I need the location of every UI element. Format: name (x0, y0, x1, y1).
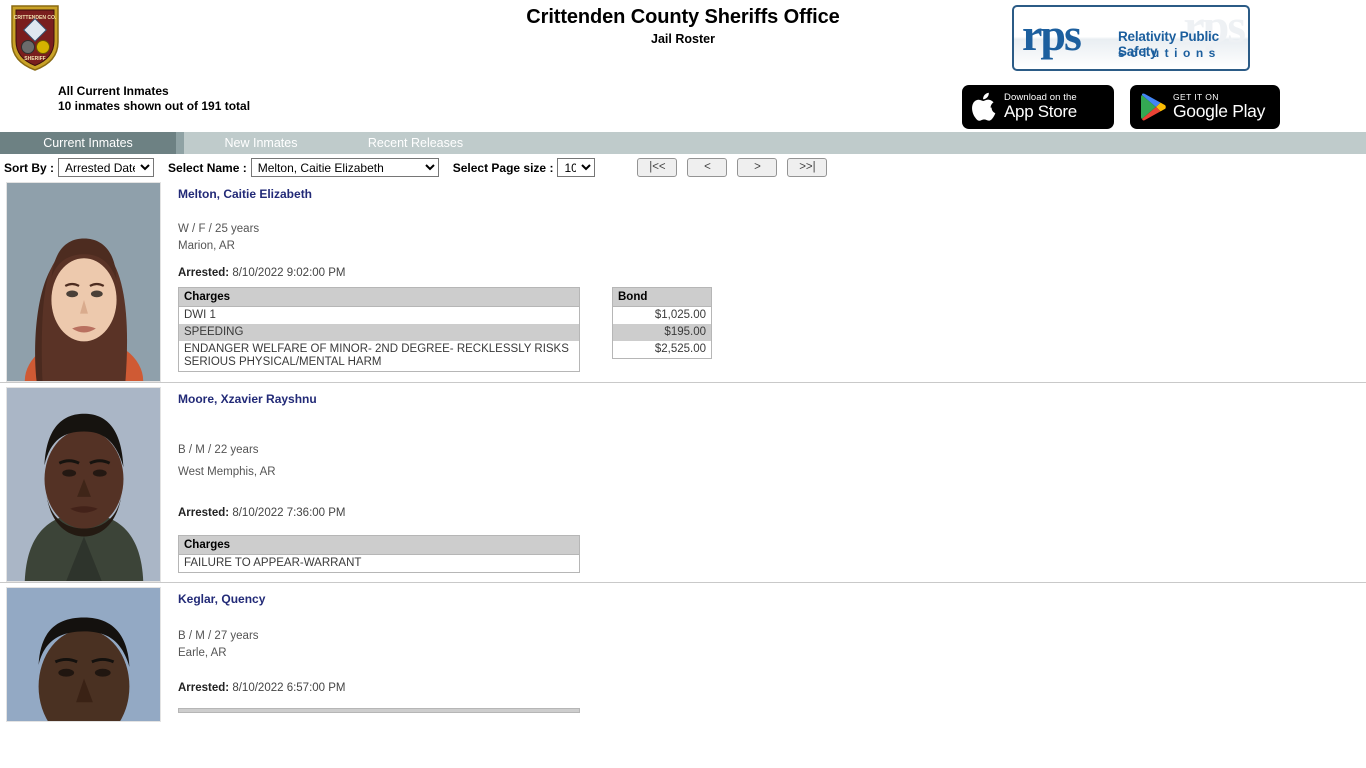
rps-tagline-2: solutions (1118, 46, 1221, 60)
inmate-info: Moore, Xzavier Rayshnu B / M / 22 years … (178, 383, 1366, 582)
tab-current-inmates-label: Current Inmates (43, 136, 133, 150)
sort-by-select[interactable]: Arrested Date (58, 158, 155, 177)
page-size-select[interactable]: 10 (557, 158, 596, 177)
inmate-name-link[interactable]: Melton, Caitie Elizabeth (178, 187, 312, 201)
inmate-city: Earle, AR (178, 647, 227, 659)
bond-row: $2,525.00 (613, 341, 712, 359)
svg-text:SHERIFF: SHERIFF (24, 56, 45, 62)
mugshot-cell (0, 383, 178, 582)
charge-row: SPEEDING (178, 324, 580, 341)
google-play-big-label: Google Play (1173, 101, 1266, 122)
inmate-info: Keglar, Quency B / M / 27 years Earle, A… (178, 583, 1366, 722)
charges-bond-tables: Charges FAILURE TO APPEAR-WARRANT (178, 535, 1366, 573)
app-store-button[interactable]: Download on the App Store (962, 85, 1114, 129)
arrested-label: Arrested: (178, 682, 230, 694)
inmate-name-link[interactable]: Moore, Xzavier Rayshnu (178, 392, 317, 406)
tab-new-inmates-label: New Inmates (224, 136, 298, 150)
bond-table: Bond $1,025.00 $195.00 $2,525.00 (612, 287, 712, 359)
charges-table: Charges FAILURE TO APPEAR-WARRANT (178, 535, 580, 573)
app-store-big-label: App Store (1004, 102, 1077, 122)
mugshot-image-1 (6, 182, 161, 382)
inmate-roster: Melton, Caitie Elizabeth W / F / 25 year… (0, 178, 1366, 722)
tab-divider (176, 132, 184, 154)
mugshot-image-2 (6, 387, 161, 582)
summary-line-2: 10 inmates shown out of 191 total (58, 98, 251, 113)
sheriff-badge-icon: CRITTENDEN CO. SHERIFF (11, 5, 59, 71)
page-header: CRITTENDEN CO. SHERIFF Crittenden County… (0, 0, 1366, 132)
arrested-value: 8/10/2022 9:02:00 PM (232, 267, 346, 279)
charge-row: DWI 1 (179, 307, 580, 325)
google-play-button[interactable]: GET IT ON Google Play (1130, 85, 1280, 129)
inmate-name-link[interactable]: Keglar, Quency (178, 592, 265, 606)
apple-icon (972, 92, 997, 122)
charge-row: ENDANGER WELFARE OF MINOR- 2ND DEGREE- R… (179, 341, 580, 372)
bond-header: Bond (612, 287, 712, 307)
arrested-info: Arrested: 8/10/2022 7:36:00 PM (178, 507, 1366, 519)
google-play-text: GET IT ON Google Play (1173, 93, 1266, 122)
table-row: Moore, Xzavier Rayshnu B / M / 22 years … (0, 382, 1366, 582)
inmate-demographics: W / F / 25 years (178, 223, 260, 235)
sort-by-label: Sort By : (4, 160, 55, 175)
table-row: Melton, Caitie Elizabeth W / F / 25 year… (0, 178, 1366, 382)
arrested-info: Arrested: 8/10/2022 6:57:00 PM (178, 682, 1366, 694)
arrested-label: Arrested: (178, 267, 230, 279)
tab-new-inmates[interactable]: New Inmates (184, 132, 338, 154)
charges-header: Charges (178, 287, 580, 307)
charges-bond-tables: Charges DWI 1 SPEEDING ENDANGER WELFARE … (178, 287, 1366, 372)
charge-text: FAILURE TO APPEAR-WARRANT (184, 557, 362, 569)
charges-header: Charges (178, 535, 580, 555)
bond-amount: $1,025.00 (654, 309, 706, 321)
first-page-button[interactable]: |<< (637, 158, 678, 177)
arrested-value: 8/10/2022 7:36:00 PM (232, 507, 346, 519)
charge-text: ENDANGER WELFARE OF MINOR- 2ND DEGREE- R… (184, 343, 569, 368)
arrested-value: 8/10/2022 6:57:00 PM (232, 682, 346, 694)
google-play-icon (1140, 93, 1166, 121)
charges-bond-tables (178, 708, 1366, 713)
inmate-city: Marion, AR (178, 240, 235, 252)
select-name-label: Select Name : (168, 160, 247, 175)
select-name-select[interactable]: Melton, Caitie Elizabeth (250, 158, 439, 177)
charges-table (178, 708, 580, 713)
app-store-text: Download on the App Store (1004, 93, 1077, 121)
bond-amount: $2,525.00 (654, 343, 706, 355)
bond-row: $1,025.00 (613, 307, 712, 325)
inmate-city: West Memphis, AR (178, 466, 276, 478)
mugshot-image-3 (6, 587, 161, 722)
charge-text: DWI 1 (184, 309, 216, 321)
charge-text: SPEEDING (178, 324, 580, 341)
rps-logo: rps rps Relativity Public Safety solutio… (1012, 5, 1250, 71)
tab-recent-releases[interactable]: Recent Releases (338, 132, 493, 154)
inmate-demographics: B / M / 22 years (178, 444, 259, 456)
tab-recent-releases-label: Recent Releases (367, 136, 464, 150)
summary-line-1: All Current Inmates (58, 84, 169, 98)
arrested-info: Arrested: 8/10/2022 9:02:00 PM (178, 267, 1366, 279)
pagination-controls: |<< < > >>| (637, 158, 828, 177)
page-size-label: Select Page size : (452, 160, 554, 175)
last-page-button[interactable]: >>| (787, 158, 828, 177)
tab-current-inmates[interactable]: Current Inmates (0, 132, 176, 154)
inmate-info: Melton, Caitie Elizabeth W / F / 25 year… (178, 178, 1366, 382)
charge-row: FAILURE TO APPEAR-WARRANT (179, 555, 580, 573)
arrested-label: Arrested: (178, 507, 230, 519)
table-row: Keglar, Quency B / M / 27 years Earle, A… (0, 582, 1366, 722)
charges-header-clipped (178, 708, 580, 713)
inmate-demographics: B / M / 27 years (178, 630, 259, 642)
next-page-button[interactable]: > (737, 158, 778, 177)
bond-amount: $195.00 (612, 324, 712, 341)
mugshot-cell (0, 583, 178, 722)
roster-summary: All Current Inmates 10 inmates shown out… (58, 84, 250, 113)
mugshot-cell (0, 178, 178, 382)
tab-bar: Current Inmates New Inmates Recent Relea… (0, 132, 1366, 154)
filter-toolbar: Sort By : Arrested Date Select Name : Me… (0, 154, 1366, 178)
bond-row: $195.00 (612, 324, 712, 341)
rps-wordmark: rps (1022, 9, 1082, 60)
charges-table: Charges DWI 1 SPEEDING ENDANGER WELFARE … (178, 287, 580, 372)
previous-page-button[interactable]: < (687, 158, 728, 177)
